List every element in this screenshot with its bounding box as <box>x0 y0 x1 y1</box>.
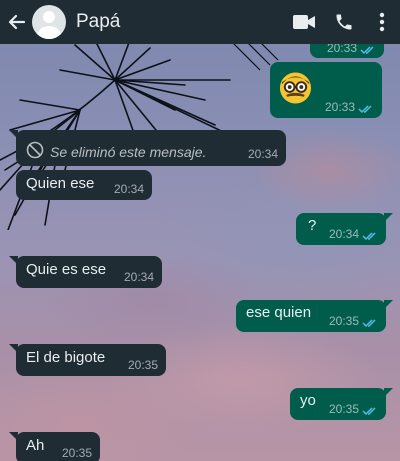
message-time: 20:34 <box>123 270 154 284</box>
phone-icon <box>336 14 352 30</box>
read-ticks-icon <box>362 232 376 241</box>
message-outgoing[interactable]: 20:33 <box>270 62 382 118</box>
message-incoming[interactable]: El de bigote 20:35 <box>9 344 166 376</box>
message-time: 20:34 <box>113 182 144 196</box>
read-ticks-icon <box>362 407 376 416</box>
message-incoming[interactable]: Quien ese 20:34 <box>16 170 152 200</box>
message-time: 20:34 <box>247 147 278 161</box>
message-text: ? <box>308 217 317 234</box>
video-call-button[interactable] <box>284 0 324 44</box>
message-text: yo <box>300 392 316 409</box>
message-text: Quie es ese <box>26 261 107 278</box>
message-text: ese quien <box>246 304 312 321</box>
message-time: 20:33 <box>324 100 355 114</box>
more-vertical-icon <box>379 12 385 32</box>
read-ticks-icon <box>358 105 372 114</box>
message-time: 20:35 <box>61 446 92 460</box>
message-outgoing[interactable]: ese quien 20:35 <box>236 300 393 332</box>
message-text: Ah <box>26 437 45 454</box>
read-ticks-icon <box>360 46 374 55</box>
message-outgoing[interactable]: yo 20:35 <box>290 388 393 420</box>
contact-avatar[interactable] <box>32 5 66 39</box>
message-time: 20:35 <box>328 402 359 416</box>
message-incoming[interactable]: Quie es ese 20:34 <box>9 256 162 288</box>
message-incoming-deleted[interactable]: Se eliminó este mensaje. 20:34 <box>9 130 286 166</box>
deleted-message-text: Se eliminó este mensaje. <box>50 144 207 160</box>
read-ticks-icon <box>362 319 376 328</box>
message-text: El de bigote <box>26 349 106 366</box>
message-outgoing[interactable]: ? 20:34 <box>296 213 393 245</box>
back-button[interactable] <box>4 0 30 44</box>
nerd-face-emoji-icon <box>279 72 312 104</box>
video-camera-icon <box>293 15 315 29</box>
message-incoming[interactable]: Ah 20:35 <box>9 432 100 461</box>
arrow-left-icon <box>8 14 26 30</box>
message-time: 20:34 <box>328 227 359 241</box>
chat-header: Papá <box>0 0 400 44</box>
message-list[interactable]: 20:33 20:33 Se eliminó este mensaje. 20:… <box>0 0 400 461</box>
contact-name[interactable]: Papá <box>76 11 284 33</box>
prohibited-icon <box>26 141 44 159</box>
message-time: 20:35 <box>127 358 158 372</box>
menu-button[interactable] <box>364 0 400 44</box>
voice-call-button[interactable] <box>324 0 364 44</box>
message-text: Quien ese <box>26 175 95 192</box>
message-time: 20:35 <box>328 314 359 328</box>
